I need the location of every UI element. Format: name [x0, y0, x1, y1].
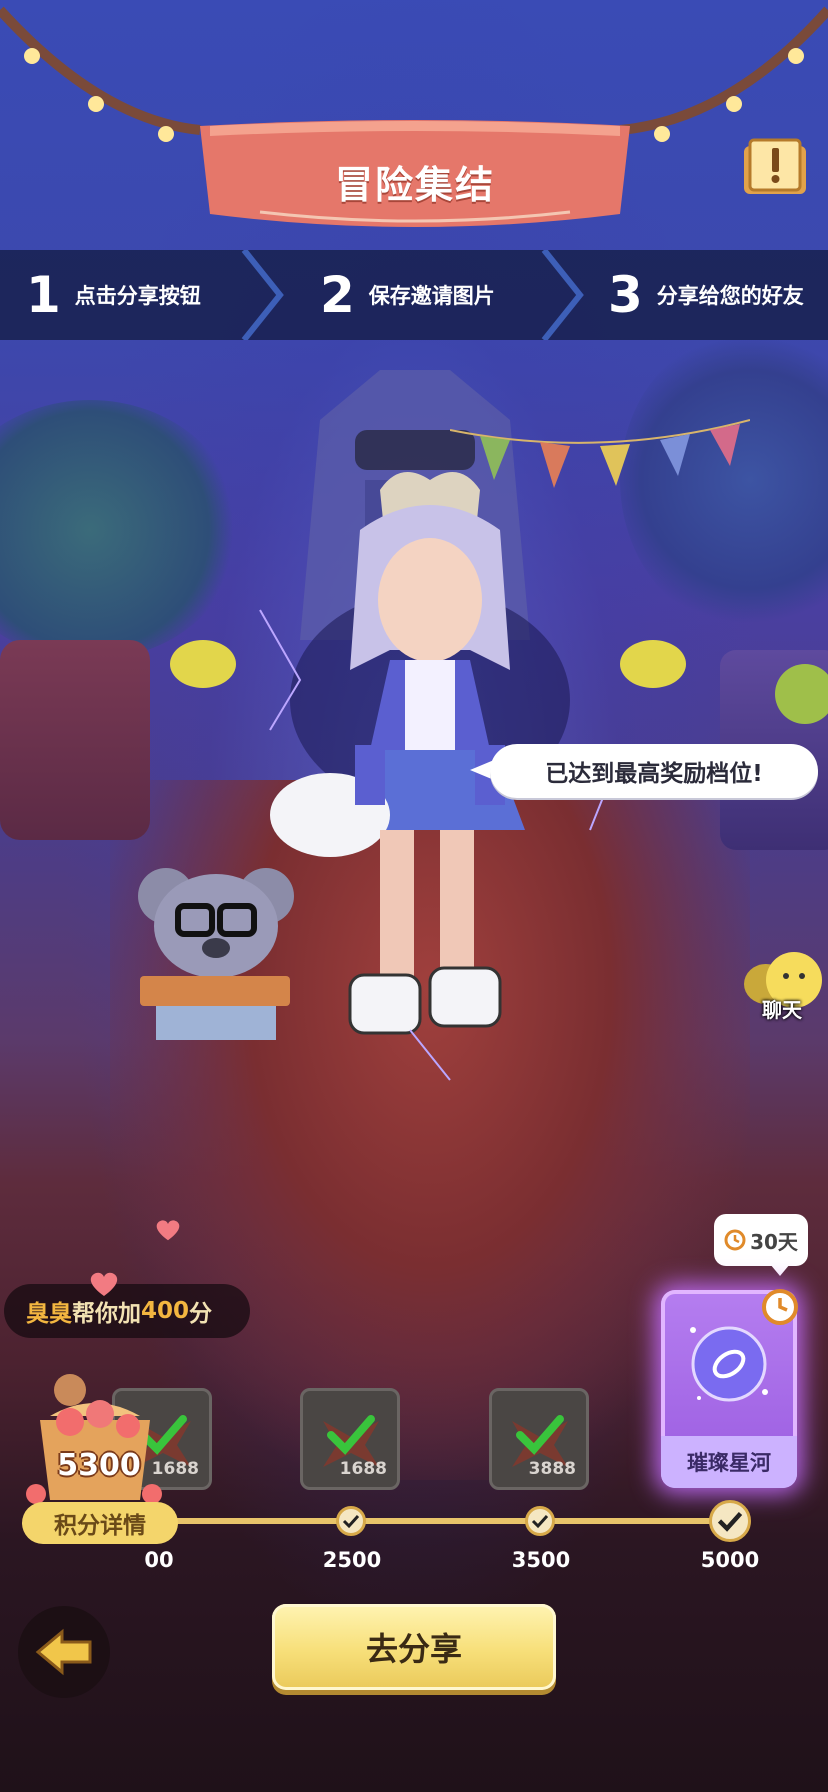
- reward-count: 3888: [528, 1459, 576, 1479]
- left-tree: [0, 400, 240, 660]
- points-details-button[interactable]: 积分详情: [22, 1502, 178, 1544]
- milestone-node: [709, 1500, 751, 1542]
- right-melon: [775, 664, 828, 724]
- bonus-text: 帮你加: [72, 1301, 141, 1327]
- step-text: 分享给您的好友: [656, 284, 804, 308]
- steps-bar: 1 点击分享按钮 2 保存邀请图片 3 分享给您的好友: [0, 250, 828, 340]
- step-3: 3 分享给您的好友: [608, 250, 804, 340]
- reward-card[interactable]: 1688: [300, 1388, 400, 1490]
- milestone-node: [336, 1506, 366, 1536]
- step-2: 2 保存邀请图片: [320, 250, 495, 340]
- total-score: 5300: [57, 1448, 141, 1483]
- clock-icon: [724, 1229, 746, 1251]
- special-reward-name: 璀璨星河: [661, 1436, 797, 1488]
- share-button[interactable]: 去分享: [272, 1604, 556, 1690]
- reward-card[interactable]: 3888: [489, 1388, 589, 1490]
- step-text: 点击分享按钮: [74, 284, 201, 308]
- bonus-unit: 分: [189, 1301, 213, 1327]
- duration-badge: 30天: [714, 1214, 808, 1266]
- chevron-right-icon: [541, 250, 584, 340]
- step-1: 1 点击分享按钮: [26, 250, 201, 340]
- reward-count: 1688: [339, 1459, 387, 1479]
- check-icon: [717, 1511, 743, 1532]
- milestone-node: [525, 1506, 555, 1536]
- step-number: 1: [26, 266, 61, 324]
- right-fruit-bowl: [620, 640, 686, 688]
- milestone-label: 5000: [700, 1548, 760, 1572]
- duration-badge-tail: [770, 1264, 790, 1276]
- left-pot: [0, 640, 150, 840]
- left-fruit-bowl: [170, 640, 236, 688]
- milestone-label: 2500: [322, 1548, 382, 1572]
- step-number: 2: [320, 266, 355, 324]
- check-icon: [342, 1514, 360, 1529]
- bonus-pill: 臭臭 帮你加 400 分: [4, 1284, 250, 1338]
- galaxy-orb-icon: [690, 1326, 768, 1402]
- progress-track: [160, 1518, 720, 1524]
- milestone-label: 3500: [511, 1548, 571, 1572]
- duration-text: 30天: [750, 1229, 798, 1254]
- rules-book-button[interactable]: [740, 132, 810, 202]
- chevron-right-icon: [241, 250, 284, 340]
- back-arrow-icon: [35, 1628, 92, 1676]
- step-text: 保存邀请图片: [368, 284, 495, 308]
- points-chest[interactable]: [20, 1370, 170, 1510]
- check-icon: [531, 1514, 549, 1529]
- back-button[interactable]: [18, 1606, 110, 1698]
- heart-icon: [90, 1272, 118, 1296]
- speech-bubble: 已达到最高奖励档位!: [490, 744, 818, 798]
- chat-label[interactable]: 聊天: [752, 994, 812, 1023]
- limited-time-icon: [762, 1289, 798, 1325]
- step-number: 3: [608, 266, 643, 324]
- page-title: 冒险集结: [334, 163, 495, 207]
- bonus-amount: 400: [141, 1298, 190, 1324]
- koala-pet: [138, 868, 294, 1040]
- helper-name: 臭臭: [26, 1301, 72, 1327]
- milestone-label: 00: [144, 1548, 174, 1572]
- heart-icon: [156, 1220, 180, 1241]
